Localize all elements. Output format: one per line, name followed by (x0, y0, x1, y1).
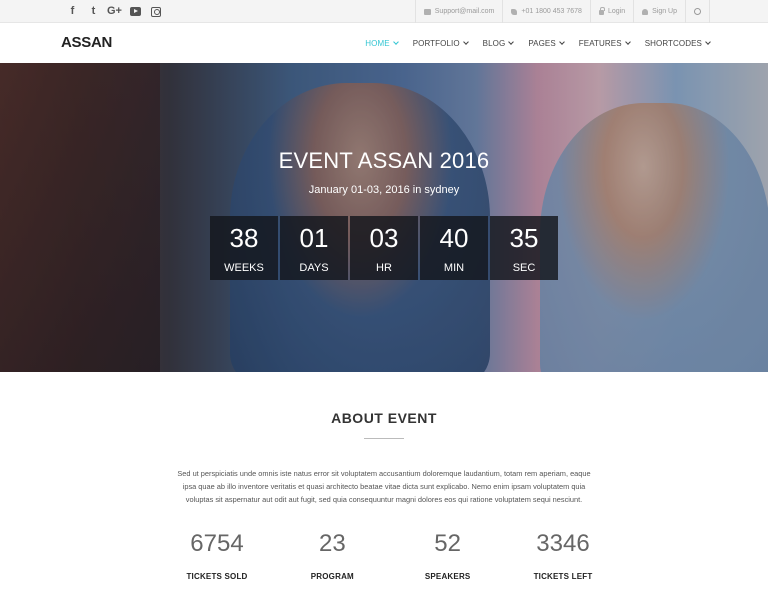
support-email-link[interactable]: Support@mail.com (414, 0, 503, 23)
nav-label: SHORTCODES (644, 38, 702, 48)
youtube-icon[interactable] (130, 7, 141, 16)
countdown-value: 40 (439, 223, 469, 253)
chevron-down-icon (624, 39, 631, 45)
chevron-down-icon (462, 39, 469, 45)
title-divider (364, 438, 404, 439)
stat-label: PROGRAM (310, 572, 354, 581)
about-title: ABOUT EVENT (331, 410, 437, 426)
chevron-down-icon (558, 39, 565, 45)
countdown-value: 35 (509, 223, 539, 253)
hero-title: EVENT ASSAN 2016 (278, 148, 490, 173)
nav-label: PORTFOLIO (412, 38, 460, 48)
signup-label: Sign Up (652, 8, 677, 15)
phone-number: +01 1800 453 7678 (521, 8, 582, 15)
stat-speakers: 52 SPEAKERS (393, 530, 503, 581)
stat-value: 3346 (536, 530, 590, 557)
top-links: Support@mail.com +01 1800 453 7678 Login… (414, 0, 710, 23)
login-label: Login (607, 8, 626, 15)
stat-program: 23 PROGRAM (277, 530, 387, 581)
hero-section: EVENT ASSAN 2016 January 01-03, 2016 in … (0, 63, 768, 372)
main-nav: HOME PORTFOLIO BLOG PAGES FEATURES SHORT… (365, 23, 711, 63)
stat-value: 23 (318, 530, 346, 557)
chevron-down-icon (508, 39, 515, 45)
main-navbar: ASSAN HOME PORTFOLIO BLOG PAGES FEATURES… (0, 23, 768, 63)
social-links: f t G+ (62, 0, 166, 23)
countdown-hours: 03 HR (350, 216, 418, 280)
stat-tickets-sold: 6754 TICKETS SOLD (162, 530, 272, 581)
lock-icon (598, 7, 605, 15)
countdown-weeks: 38 WEEKS (210, 216, 278, 280)
search-button[interactable] (685, 0, 710, 23)
facebook-icon[interactable]: f (62, 0, 83, 23)
google-plus-icon[interactable]: G+ (104, 0, 125, 23)
nav-item-portfolio[interactable]: PORTFOLIO (412, 38, 469, 48)
countdown-label: DAYS (299, 262, 329, 274)
twitter-icon[interactable]: t (83, 0, 104, 23)
countdown-days: 01 DAYS (280, 216, 348, 280)
stat-label: TICKETS SOLD (186, 572, 248, 581)
nav-item-blog[interactable]: BLOG (482, 38, 515, 48)
nav-label: FEATURES (578, 38, 622, 48)
signup-link[interactable]: Sign Up (633, 0, 685, 23)
search-icon (694, 8, 701, 15)
about-description: Sed ut perspiciatis unde omnis iste natu… (177, 469, 591, 504)
countdown-label: MIN (443, 262, 465, 274)
nav-item-features[interactable]: FEATURES (578, 38, 631, 48)
countdown-label: SEC (512, 262, 536, 274)
stat-value: 6754 (190, 530, 244, 557)
stat-tickets-left: 3346 TICKETS LEFT (508, 530, 618, 581)
countdown-value: 38 (229, 223, 259, 253)
countdown-label: WEEKS (224, 262, 264, 274)
support-email: Support@mail.com (434, 8, 495, 15)
phone-link[interactable]: +01 1800 453 7678 (502, 0, 590, 23)
top-bar: f t G+ Support@mail.com +01 1800 453 767… (0, 0, 768, 23)
countdown-timer: 38 WEEKS 01 DAYS 03 HR 40 MIN 35 SEC (210, 216, 558, 280)
countdown-minutes: 40 MIN (420, 216, 488, 280)
user-icon (642, 8, 649, 15)
nav-label: PAGES (528, 38, 556, 48)
countdown-value: 01 (299, 223, 329, 253)
stat-label: TICKETS LEFT (533, 572, 593, 581)
nav-label: BLOG (482, 38, 506, 48)
chevron-down-icon (392, 39, 399, 45)
login-link[interactable]: Login (589, 0, 633, 23)
event-stats: 6754 TICKETS SOLD 23 PROGRAM 52 SPEAKERS… (162, 530, 618, 581)
stat-value: 52 (434, 530, 461, 557)
countdown-label: HR (376, 262, 392, 274)
stat-label: SPEAKERS (424, 572, 471, 581)
nav-item-pages[interactable]: PAGES (528, 38, 565, 48)
hero-subtitle: January 01-03, 2016 in sydney (308, 184, 460, 196)
instagram-icon[interactable] (151, 6, 161, 17)
nav-item-home[interactable]: HOME (365, 38, 399, 48)
site-logo[interactable]: ASSAN (61, 34, 112, 51)
chevron-down-icon (705, 39, 711, 45)
envelope-icon (423, 8, 431, 15)
countdown-seconds: 35 SEC (490, 216, 558, 280)
countdown-value: 03 (369, 223, 399, 253)
nav-item-shortcodes[interactable]: SHORTCODES (644, 38, 711, 48)
phone-icon (511, 8, 518, 15)
nav-label: HOME (365, 38, 390, 48)
